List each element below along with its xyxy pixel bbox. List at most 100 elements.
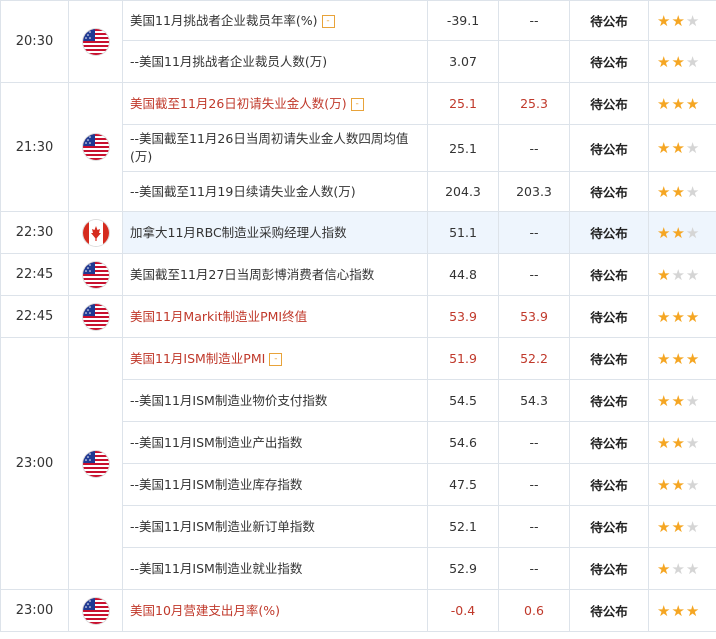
previous-value: 52.9 <box>427 547 499 590</box>
star-icon: ★ <box>685 307 701 326</box>
indicator-name[interactable]: --美国11月挑战者企业裁员人数(万) <box>122 40 428 83</box>
star-icon: ★ <box>657 601 672 620</box>
star-icon: ★ <box>685 559 701 578</box>
us-flag-icon <box>82 597 109 624</box>
star-icon: ★ <box>657 349 672 368</box>
star-icon: ★ <box>671 139 686 157</box>
indicator-name[interactable]: 加拿大11月RBC制造业采购经理人指数 <box>122 211 428 254</box>
expand-toggle-icon[interactable]: - <box>350 97 364 111</box>
star-icon: ★ <box>657 52 672 71</box>
table-row: 23:00 美国11月ISM制造业PMI -51.9 52.2 待公布 ★★★ <box>0 337 716 590</box>
importance-rating: ★★★ <box>648 40 716 83</box>
indicator-name[interactable]: 美国11月挑战者企业裁员年率(%) - <box>122 0 428 41</box>
forecast-value: -- <box>498 421 570 464</box>
status-label: 待公布 <box>569 171 649 212</box>
status-label: 待公布 <box>569 40 649 83</box>
release-time: 22:45 <box>0 253 69 296</box>
importance-rating: ★★★ <box>648 421 716 464</box>
previous-value: 54.5 <box>427 379 499 422</box>
importance-rating: ★★★ <box>648 547 716 590</box>
previous-value: 53.9 <box>427 295 499 338</box>
star-icon: ★ <box>671 307 686 326</box>
star-icon: ★ <box>671 265 686 284</box>
star-icon: ★ <box>671 94 686 113</box>
previous-value: 51.1 <box>427 211 499 254</box>
status-label: 待公布 <box>569 211 649 254</box>
release-time: 23:00 <box>0 589 69 632</box>
expand-toggle-icon[interactable]: - <box>321 14 335 28</box>
status-label: 待公布 <box>569 589 649 632</box>
forecast-value: -- <box>498 0 570 41</box>
indicator-name[interactable]: --美国11月ISM制造业产出指数 <box>122 421 428 464</box>
star-icon: ★ <box>685 391 701 410</box>
indicator-name[interactable]: --美国11月ISM制造业新订单指数 <box>122 505 428 548</box>
country-flag-cell <box>68 589 123 632</box>
country-flag-cell <box>68 0 123 83</box>
us-flag-icon <box>82 134 109 160</box>
forecast-value: 52.2 <box>498 337 570 380</box>
status-label: 待公布 <box>569 505 649 548</box>
indicator-name[interactable]: --美国11月ISM制造业就业指数 <box>122 547 428 590</box>
forecast-value: 25.3 <box>498 82 570 125</box>
indicator-name[interactable]: --美国11月ISM制造业物价支付指数 <box>122 379 428 422</box>
country-flag-cell <box>68 82 123 212</box>
star-icon: ★ <box>685 517 701 536</box>
indicator-name[interactable]: 美国截至11月26日初请失业金人数(万) - <box>122 82 428 125</box>
forecast-value: -- <box>498 463 570 506</box>
importance-rating: ★★★ <box>648 124 716 172</box>
status-label: 待公布 <box>569 82 649 125</box>
indicator-name[interactable]: --美国截至11月19日续请失业金人数(万) <box>122 171 428 212</box>
star-icon: ★ <box>657 559 672 578</box>
us-flag-icon <box>82 261 109 288</box>
star-icon: ★ <box>657 11 672 30</box>
star-icon: ★ <box>685 223 701 242</box>
table-row: 20:30 美国11月挑战者企业裁员年率(%) - -39.1 -- 待公布 ★★★ <box>0 0 716 83</box>
star-icon: ★ <box>671 517 686 536</box>
importance-rating: ★★★ <box>648 295 716 338</box>
previous-value: 204.3 <box>427 171 499 212</box>
indicator-name[interactable]: --美国11月ISM制造业库存指数 <box>122 463 428 506</box>
importance-rating: ★★★ <box>648 171 716 212</box>
previous-value: -0.4 <box>427 589 499 632</box>
country-flag-cell <box>68 211 123 254</box>
star-icon: ★ <box>685 265 701 284</box>
star-icon: ★ <box>671 559 686 578</box>
importance-rating: ★★★ <box>648 589 716 632</box>
table-row: 21:30 美国截至11月26日初请失业金人数(万) -25.1 25.3 待公布 ★★★ <box>0 82 716 212</box>
indicator-name[interactable]: 美国11月Markit制造业PMI终值 <box>122 295 428 338</box>
previous-value: 52.1 <box>427 505 499 548</box>
release-time: 22:45 <box>0 295 69 338</box>
expand-toggle-icon[interactable]: - <box>269 352 283 366</box>
status-label: 待公布 <box>569 124 649 172</box>
star-icon: ★ <box>685 182 701 201</box>
previous-value: 25.1 <box>427 124 499 172</box>
previous-value: -39.1 <box>427 0 499 41</box>
importance-rating: ★★★ <box>648 463 716 506</box>
previous-value: 54.6 <box>427 421 499 464</box>
star-icon: ★ <box>657 139 672 157</box>
status-label: 待公布 <box>569 547 649 590</box>
star-icon: ★ <box>685 52 701 71</box>
forecast-value: 53.9 <box>498 295 570 338</box>
forecast-value: 203.3 <box>498 171 570 212</box>
star-icon: ★ <box>685 433 701 452</box>
status-label: 待公布 <box>569 421 649 464</box>
table-row: 22:45 美国11月Markit制造业PMI终值 53.9 53.9 待公布 ★★★ <box>0 295 716 338</box>
star-icon: ★ <box>657 517 672 536</box>
table-row: 22:30 加拿大11月RBC制造业采购经理人指数 51.1 -- 待公布 ★★★ <box>0 211 716 254</box>
importance-rating: ★★★ <box>648 337 716 380</box>
importance-rating: ★★★ <box>648 253 716 296</box>
release-time: 23:00 <box>0 337 69 590</box>
star-icon: ★ <box>685 11 701 30</box>
importance-rating: ★★★ <box>648 211 716 254</box>
star-icon: ★ <box>685 601 701 620</box>
indicator-name[interactable]: 美国11月ISM制造业PMI - <box>122 337 428 380</box>
previous-value: 51.9 <box>427 337 499 380</box>
indicator-name[interactable]: 美国10月营建支出月率(%) <box>122 589 428 632</box>
indicator-name[interactable]: --美国截至11月26日当周初请失业金人数四周均值(万) <box>122 124 428 172</box>
star-icon: ★ <box>657 223 672 242</box>
status-label: 待公布 <box>569 0 649 41</box>
country-flag-cell <box>68 253 123 296</box>
status-label: 待公布 <box>569 253 649 296</box>
indicator-name[interactable]: 美国截至11月27日当周彭博消费者信心指数 <box>122 253 428 296</box>
